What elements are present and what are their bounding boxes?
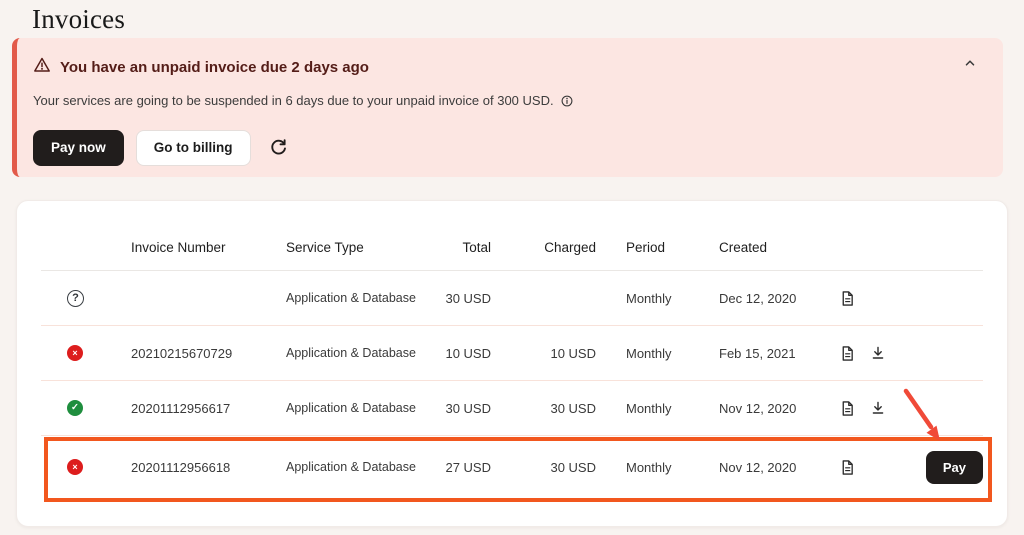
service-type-cell: Application & Database	[286, 291, 426, 305]
status-cell: ×	[41, 345, 131, 361]
table-row: × 20210215670729 Application & Database …	[41, 326, 983, 381]
alert-actions: Pay now Go to billing	[33, 130, 979, 166]
table-row: ? Application & Database 30 USD Monthly …	[41, 271, 983, 326]
period-cell: Monthly	[596, 291, 701, 306]
service-type-cell: Application & Database	[286, 460, 426, 474]
row-action: Pay	[901, 451, 983, 484]
status-icon: ×	[67, 459, 83, 475]
refresh-icon	[269, 145, 288, 160]
charged-cell: 30 USD	[491, 401, 596, 416]
status-cell: ?	[41, 290, 131, 307]
status-icon: ?	[67, 290, 84, 307]
alert-message-text: Your services are going to be suspended …	[33, 93, 554, 108]
header-invoice-number: Invoice Number	[131, 240, 286, 255]
pay-now-button[interactable]: Pay now	[33, 130, 124, 166]
period-cell: Monthly	[596, 460, 701, 475]
created-cell: Feb 15, 2021	[701, 346, 821, 361]
period-cell: Monthly	[596, 401, 701, 416]
document-icon[interactable]	[839, 459, 856, 476]
header-created: Created	[701, 240, 821, 255]
warning-triangle-icon	[33, 56, 51, 79]
row-icons	[821, 400, 901, 417]
created-cell: Nov 12, 2020	[701, 460, 821, 475]
header-service-type: Service Type	[286, 240, 426, 255]
period-cell: Monthly	[596, 346, 701, 361]
status-cell: ✓	[41, 400, 131, 416]
document-icon[interactable]	[839, 345, 856, 362]
unpaid-invoice-alert: You have an unpaid invoice due 2 days ag…	[12, 38, 1003, 177]
invoice-number-cell: 20210215670729	[131, 346, 286, 361]
header-charged: Charged	[491, 240, 596, 255]
pay-button[interactable]: Pay	[926, 451, 983, 484]
service-type-cell: Application & Database	[286, 346, 426, 360]
refresh-button[interactable]	[267, 136, 290, 159]
alert-header: You have an unpaid invoice due 2 days ag…	[33, 56, 979, 79]
info-icon[interactable]	[560, 94, 574, 108]
status-icon: ×	[67, 345, 83, 361]
row-icons	[821, 290, 901, 307]
document-icon[interactable]	[839, 290, 856, 307]
invoices-table-card: Invoice Number Service Type Total Charge…	[16, 200, 1008, 527]
invoice-number-cell: 20201112956617	[131, 401, 286, 416]
total-cell: 27 USD	[426, 460, 491, 475]
service-type-cell: Application & Database	[286, 401, 426, 415]
invoices-page: Invoices You have an unpaid invoice due …	[0, 0, 1024, 535]
alert-title: You have an unpaid invoice due 2 days ag…	[60, 59, 369, 76]
table-header: Invoice Number Service Type Total Charge…	[41, 201, 983, 271]
header-total: Total	[426, 240, 491, 255]
table-body: ? Application & Database 30 USD Monthly …	[41, 271, 983, 498]
table-row: × 20201112956618 Application & Database …	[41, 436, 983, 498]
table-row: ✓ 20201112956617 Application & Database …	[41, 381, 983, 436]
download-icon[interactable]	[870, 345, 886, 361]
created-cell: Dec 12, 2020	[701, 291, 821, 306]
collapse-alert-button[interactable]	[959, 52, 981, 74]
header-period: Period	[596, 240, 701, 255]
row-icons	[821, 345, 901, 362]
charged-cell: 10 USD	[491, 346, 596, 361]
charged-cell: 30 USD	[491, 460, 596, 475]
chevron-up-icon	[963, 58, 977, 73]
document-icon[interactable]	[839, 400, 856, 417]
row-icons	[821, 459, 901, 476]
total-cell: 10 USD	[426, 346, 491, 361]
total-cell: 30 USD	[426, 401, 491, 416]
total-cell: 30 USD	[426, 291, 491, 306]
status-icon: ✓	[67, 400, 83, 416]
go-to-billing-button[interactable]: Go to billing	[136, 130, 251, 166]
alert-message: Your services are going to be suspended …	[33, 93, 979, 108]
page-title: Invoices	[32, 4, 125, 35]
status-cell: ×	[41, 459, 131, 475]
download-icon[interactable]	[870, 400, 886, 416]
created-cell: Nov 12, 2020	[701, 401, 821, 416]
invoice-number-cell: 20201112956618	[131, 460, 286, 475]
